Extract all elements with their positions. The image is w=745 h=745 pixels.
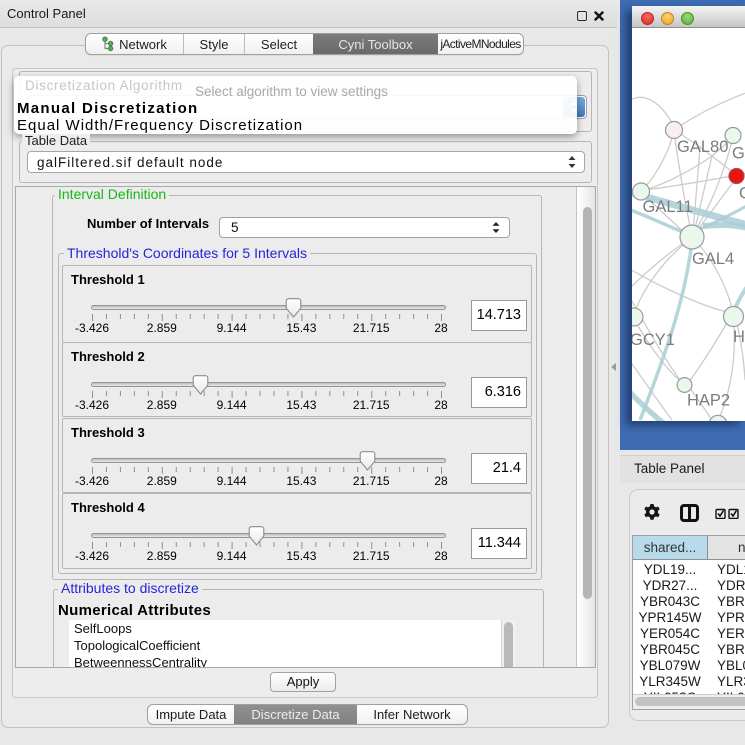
svg-text:C: C	[739, 185, 745, 203]
svg-text:H: H	[733, 328, 745, 346]
svg-text:GCY1: GCY1	[632, 331, 675, 349]
svg-text:GAL4: GAL4	[692, 250, 734, 268]
svg-text:HAP2: HAP2	[687, 392, 730, 410]
svg-text:GAL80: GAL80	[677, 138, 728, 156]
svg-text:GAL11: GAL11	[643, 198, 693, 216]
svg-text:GA: GA	[732, 145, 745, 163]
